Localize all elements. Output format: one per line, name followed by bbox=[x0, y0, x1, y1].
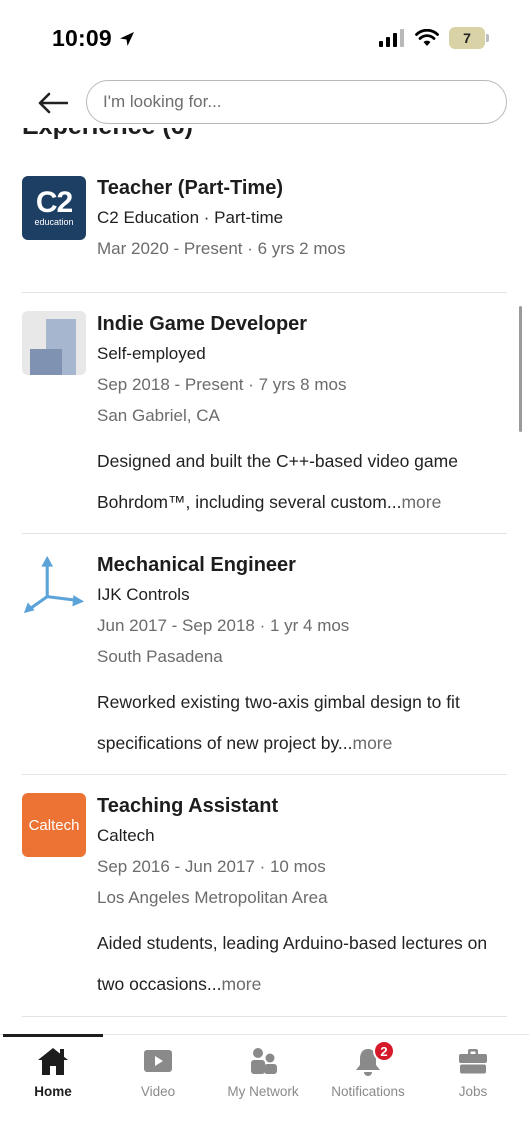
see-more-link[interactable]: more bbox=[353, 733, 393, 753]
job-title: Mechanical Engineer bbox=[97, 554, 296, 576]
status-icons: 7 bbox=[379, 27, 489, 49]
experience-item[interactable]: Indie Game Developer Self-employed Sep 2… bbox=[0, 310, 529, 532]
status-time: 10:09 bbox=[52, 25, 136, 52]
job-title: Teaching Assistant bbox=[97, 795, 279, 817]
section-title: Experience (6) bbox=[22, 128, 193, 141]
job-title: Teacher (Part-Time) bbox=[97, 177, 283, 199]
nav-label: Home bbox=[34, 1084, 72, 1099]
nav-label: Notifications bbox=[331, 1084, 405, 1099]
search-input[interactable] bbox=[87, 81, 506, 123]
nav-label: My Network bbox=[227, 1084, 299, 1099]
experience-details: Mechanical Engineer IJK Controls Jun 201… bbox=[97, 551, 509, 764]
job-title: Indie Game Developer bbox=[97, 313, 308, 335]
logo-text: Caltech bbox=[28, 816, 80, 834]
home-icon bbox=[37, 1045, 69, 1077]
job-dates: Sep 2016 - Jun 2017 · 10 mos bbox=[97, 857, 326, 876]
building-placeholder-icon bbox=[22, 311, 86, 375]
company-name: C2 Education · Part-time bbox=[97, 208, 284, 227]
nav-notifications[interactable]: 2 Notifications bbox=[316, 1040, 420, 1105]
divider bbox=[22, 774, 507, 775]
divider bbox=[22, 533, 507, 534]
back-button[interactable] bbox=[36, 88, 70, 118]
search-header bbox=[0, 78, 529, 128]
bottom-nav: Home Video My Network 2 Notifications Jo… bbox=[0, 1034, 529, 1147]
c2-education-logo: C2 education bbox=[22, 176, 86, 240]
screen: 10:09 7 I'm looking for... C2 education … bbox=[0, 0, 529, 1147]
network-icon bbox=[248, 1045, 278, 1077]
status-bar: 10:09 7 bbox=[0, 0, 529, 78]
experience-list[interactable]: Experience (6) C2 education Teacher (Par… bbox=[0, 128, 529, 1034]
location-arrow-icon bbox=[119, 31, 134, 46]
job-description: Reworked existing two-axis gimbal design… bbox=[97, 682, 509, 764]
three-axis-icon bbox=[23, 555, 85, 614]
notification-badge: 2 bbox=[373, 1040, 395, 1062]
nav-video[interactable]: Video bbox=[106, 1045, 210, 1105]
job-location: San Gabriel, CA bbox=[97, 406, 220, 425]
experience-details: Indie Game Developer Self-employed Sep 2… bbox=[97, 310, 509, 523]
logo-text: C2 bbox=[35, 186, 73, 219]
back-arrow-icon bbox=[38, 92, 68, 114]
job-dates: Jun 2017 - Sep 2018 · 1 yr 4 mos bbox=[97, 616, 350, 635]
caltech-logo: Caltech bbox=[22, 793, 86, 857]
nav-label: Jobs bbox=[458, 1084, 488, 1099]
scrollbar[interactable] bbox=[519, 306, 522, 432]
experience-details: Teaching Assistant Caltech Sep 2016 - Ju… bbox=[97, 792, 509, 1005]
cellular-signal-icon bbox=[379, 29, 404, 47]
job-dates: Sep 2018 - Present · 7 yrs 8 mos bbox=[97, 375, 347, 394]
ijk-controls-logo bbox=[22, 553, 86, 617]
experience-details: Teacher (Part-Time) C2 Education · Part-… bbox=[97, 174, 509, 264]
search-box[interactable] bbox=[86, 80, 507, 124]
job-description: Aided students, leading Arduino-based le… bbox=[97, 923, 509, 1005]
active-tab-indicator bbox=[3, 1034, 103, 1037]
bell-icon: 2 bbox=[353, 1040, 395, 1077]
nav-home[interactable]: Home bbox=[1, 1045, 105, 1105]
see-more-link[interactable]: more bbox=[222, 974, 262, 994]
briefcase-icon bbox=[458, 1045, 488, 1077]
experience-item[interactable]: C2 education Teacher (Part-Time) C2 Educ… bbox=[0, 174, 529, 294]
nav-label: Video bbox=[140, 1084, 176, 1099]
wifi-icon bbox=[415, 29, 439, 46]
nav-jobs[interactable]: Jobs bbox=[421, 1045, 525, 1105]
battery-icon: 7 bbox=[449, 27, 489, 49]
job-description: Designed and built the C++-based video g… bbox=[97, 441, 509, 523]
company-name: Self-employed bbox=[97, 344, 206, 363]
description-text: Aided students, leading Arduino-based le… bbox=[97, 933, 488, 994]
company-name: Caltech bbox=[97, 826, 155, 845]
divider bbox=[22, 292, 507, 293]
experience-item[interactable]: Mechanical Engineer IJK Controls Jun 201… bbox=[0, 551, 529, 773]
job-location: Los Angeles Metropolitan Area bbox=[97, 888, 328, 907]
see-more-link[interactable]: more bbox=[401, 492, 441, 512]
logo-subtext: education bbox=[34, 217, 74, 227]
divider bbox=[22, 1016, 507, 1017]
company-name: IJK Controls bbox=[97, 585, 190, 604]
self-employed-logo bbox=[22, 311, 86, 375]
battery-level: 7 bbox=[463, 30, 471, 46]
nav-my-network[interactable]: My Network bbox=[211, 1045, 315, 1105]
description-text: Reworked existing two-axis gimbal design… bbox=[97, 692, 460, 753]
time-text: 10:09 bbox=[52, 25, 112, 51]
experience-item[interactable]: Caltech Teaching Assistant Caltech Sep 2… bbox=[0, 792, 529, 1014]
video-icon bbox=[143, 1045, 173, 1077]
job-dates: Mar 2020 - Present · 6 yrs 2 mos bbox=[97, 239, 346, 258]
job-location: South Pasadena bbox=[97, 647, 223, 666]
